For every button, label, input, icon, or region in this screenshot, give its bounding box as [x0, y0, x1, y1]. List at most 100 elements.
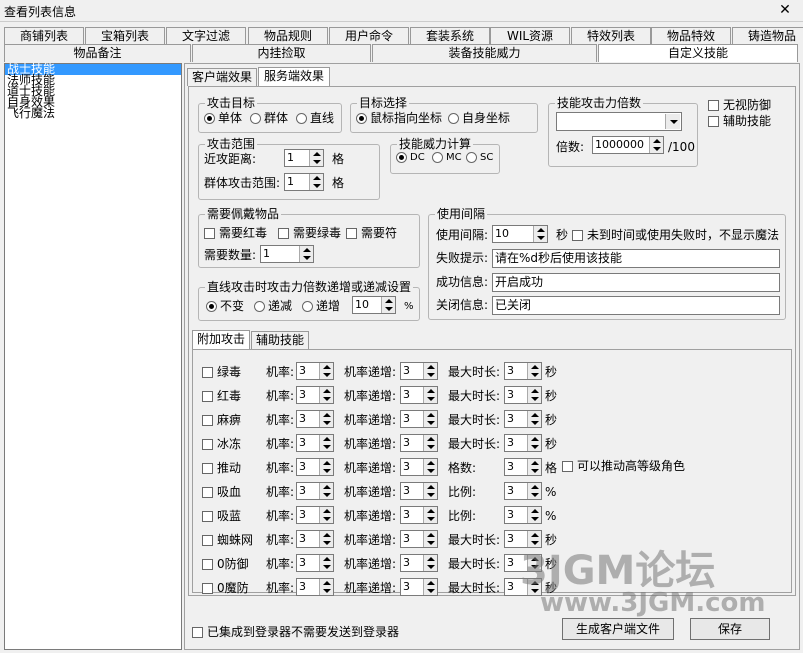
linear-same-radio[interactable]: 不变 [206, 298, 244, 314]
tab-7[interactable]: 特效列表 [571, 27, 651, 44]
multiplier-combo[interactable] [556, 112, 682, 131]
tab-1[interactable]: 宝箱列表 [85, 27, 165, 44]
rate-inc-spinner[interactable]: 3 [400, 362, 438, 380]
tab2-0[interactable]: 物品备注 [4, 44, 191, 62]
attack-row-checkbox[interactable]: 吸血 [202, 484, 241, 500]
param-spinner[interactable]: 3 [504, 434, 542, 452]
tab-6[interactable]: WIL资源 [490, 27, 570, 44]
param-label: 最大时长: [448, 437, 501, 451]
param-spinner[interactable]: 3 [504, 386, 542, 404]
rate-spinner[interactable]: 3 [296, 434, 334, 452]
interval-spinner[interactable]: 10 [492, 225, 548, 243]
tab-client-effect[interactable]: 客户端效果 [187, 68, 257, 86]
rate-inc-spinner[interactable]: 3 [400, 458, 438, 476]
rate-inc-spinner[interactable]: 3 [400, 410, 438, 428]
rate-spinner[interactable]: 3 [296, 362, 334, 380]
power-sc-radio[interactable]: SC [466, 150, 493, 166]
need-red-poison-checkbox[interactable]: 需要红毒 [204, 225, 267, 241]
tab-9[interactable]: 铸造物品 [732, 27, 803, 44]
success-label: 成功信息: [436, 275, 489, 289]
hide-magic-checkbox[interactable]: 未到时间或使用失败时，不显示魔法 [572, 227, 779, 243]
power-dc-radio[interactable]: DC [396, 150, 425, 166]
attack-row-checkbox[interactable]: 推动 [202, 460, 241, 476]
close-icon[interactable]: ✕ [773, 1, 797, 19]
target-line-radio[interactable]: 直线 [296, 110, 334, 126]
tab2-2[interactable]: 装备技能威力 [372, 44, 597, 62]
attack-row-checkbox[interactable]: 红毒 [202, 388, 241, 404]
integrated-checkbox[interactable]: 已集成到登录器不需要发送到登录器 [192, 624, 399, 640]
rate-inc-spinner[interactable]: 3 [400, 530, 438, 548]
param-spinner[interactable]: 3 [504, 410, 542, 428]
multiplier-label: 倍数: [556, 140, 585, 154]
tab-5[interactable]: 套装系统 [410, 27, 490, 44]
near-range-spinner[interactable]: 1 [284, 149, 324, 167]
tab-0[interactable]: 商铺列表 [4, 27, 84, 44]
target-single-radio[interactable]: 单体 [204, 110, 242, 126]
window-title: 查看列表信息 [4, 5, 77, 19]
rate-spinner[interactable]: 3 [296, 458, 334, 476]
tab2-3[interactable]: 自定义技能 [598, 44, 798, 62]
near-range-unit: 格 [332, 152, 345, 166]
attack-range-legend: 攻击范围 [205, 137, 258, 151]
close-message-input[interactable]: 已关闭 [492, 296, 780, 315]
list-item[interactable]: 飞行魔法 [5, 107, 181, 119]
attack-row-checkbox[interactable]: 绿毒 [202, 364, 241, 380]
attack-row-checkbox[interactable]: 0防御 [202, 556, 249, 572]
assist-skill-checkbox[interactable]: 辅助技能 [708, 113, 771, 129]
attack-row-checkbox[interactable]: 0魔防 [202, 580, 249, 596]
attack-row-checkbox[interactable]: 吸蓝 [202, 508, 241, 524]
watermark-url: www.3JGM.com [540, 588, 766, 618]
rate-spinner[interactable]: 3 [296, 386, 334, 404]
save-button[interactable]: 保存 [690, 618, 770, 640]
success-message-input[interactable]: 开启成功 [492, 273, 780, 292]
tab-8[interactable]: 物品特效 [651, 27, 731, 44]
linear-inc-radio[interactable]: 递增 [302, 298, 340, 314]
rate-spinner[interactable]: 3 [296, 554, 334, 572]
rate-spinner[interactable]: 3 [296, 410, 334, 428]
target-group-radio[interactable]: 群体 [250, 110, 288, 126]
rate-spinner[interactable]: 3 [296, 578, 334, 596]
param-spinner[interactable]: 3 [504, 482, 542, 500]
attack-row-checkbox[interactable]: 麻痹 [202, 412, 241, 428]
rate-inc-spinner[interactable]: 3 [400, 506, 438, 524]
rate-inc-spinner[interactable]: 3 [400, 482, 438, 500]
param-spinner[interactable]: 3 [504, 362, 542, 380]
multiplier-spinner[interactable]: 1000000 [592, 136, 664, 154]
need-green-poison-checkbox[interactable]: 需要绿毒 [278, 225, 341, 241]
fail-message-input[interactable]: 请在%d秒后使用该技能 [492, 249, 780, 268]
tab-server-effect[interactable]: 服务端效果 [258, 67, 330, 86]
select-self-radio[interactable]: 自身坐标 [448, 110, 510, 126]
tab2-1[interactable]: 内挂捡取 [192, 44, 371, 62]
rate-spinner[interactable]: 3 [296, 506, 334, 524]
attack-row-checkbox[interactable]: 冰冻 [202, 436, 241, 452]
power-mc-radio[interactable]: MC [432, 150, 462, 166]
fail-label: 失败提示: [436, 251, 489, 265]
linear-value-spinner[interactable]: 10 [352, 296, 396, 314]
rate-spinner[interactable]: 3 [296, 482, 334, 500]
rate-inc-spinner[interactable]: 3 [400, 434, 438, 452]
rate-inc-spinner[interactable]: 3 [400, 554, 438, 572]
param-spinner[interactable]: 3 [504, 458, 542, 476]
param-spinner[interactable]: 3 [504, 506, 542, 524]
rate-inc-spinner[interactable]: 3 [400, 578, 438, 596]
rate-inc-label: 机率递增: [344, 461, 397, 475]
tab-assist-skill[interactable]: 辅助技能 [251, 331, 309, 349]
ignore-defense-checkbox[interactable]: 无视防御 [708, 97, 771, 113]
skill-category-list[interactable]: 战士技能 法师技能 道士技能 自身效果 飞行魔法 [4, 63, 182, 650]
tab-2[interactable]: 文字过滤 [166, 27, 246, 44]
rate-inc-spinner[interactable]: 3 [400, 386, 438, 404]
need-charm-checkbox[interactable]: 需要符 [346, 225, 397, 241]
generate-client-button[interactable]: 生成客户端文件 [562, 618, 674, 640]
push-high-level-checkbox[interactable]: 可以推动高等级角色 [562, 458, 685, 474]
attack-row-checkbox[interactable]: 蜘蛛网 [202, 532, 253, 548]
tab-extra-attack[interactable]: 附加攻击 [192, 330, 250, 349]
close-label: 关闭信息: [436, 298, 489, 312]
quantity-spinner[interactable]: 1 [260, 245, 314, 263]
rate-spinner[interactable]: 3 [296, 530, 334, 548]
group-range-spinner[interactable]: 1 [284, 173, 324, 191]
tab-3[interactable]: 物品规则 [248, 27, 328, 44]
linear-dec-radio[interactable]: 递减 [254, 298, 292, 314]
chevron-down-icon[interactable] [665, 114, 680, 129]
tab-4[interactable]: 用户命令 [329, 27, 409, 44]
select-mouse-radio[interactable]: 鼠标指向坐标 [356, 110, 442, 126]
